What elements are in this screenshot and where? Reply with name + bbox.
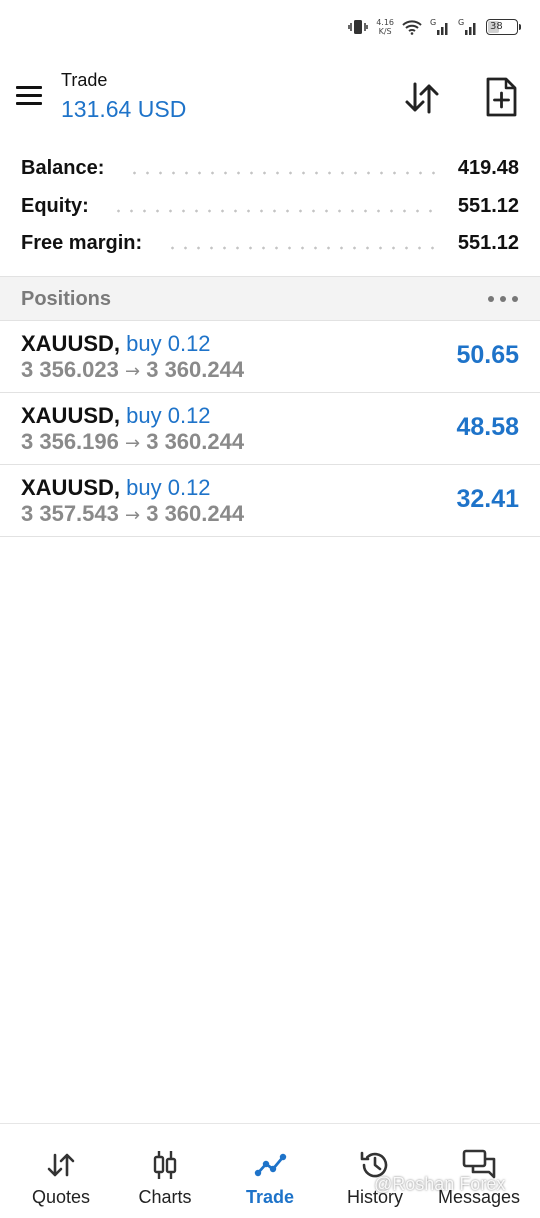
open-price: 3 356.023 [21, 357, 119, 382]
free-margin-label: Free margin: [21, 232, 149, 255]
nav-trade-label: Trade [245, 1187, 295, 1207]
position-direction: buy 0.12 [126, 403, 211, 428]
equity-value: 551.12 [457, 195, 519, 217]
position-prices: 3 356.023 → 3 360.244 [21, 357, 244, 383]
nav-quotes[interactable]: Quotes [9, 1124, 113, 1218]
charts-icon [153, 1151, 177, 1179]
more-horizontal-icon[interactable] [488, 287, 518, 311]
nav-charts[interactable]: Charts [113, 1124, 217, 1218]
position-prices: 3 356.196 → 3 360.244 [21, 429, 244, 455]
nav-quotes-label: Quotes [31, 1187, 91, 1207]
position-direction: buy 0.12 [126, 331, 211, 356]
position-title: XAUUSD, buy 0.12 [21, 475, 211, 501]
summary-row-free-margin: Free margin: 551.12 [0, 225, 540, 263]
signal-icon: G [430, 18, 448, 35]
wifi-icon [402, 20, 422, 35]
battery-level: 38 [490, 21, 503, 32]
position-profit: 48.58 [456, 413, 519, 441]
positions-list: XAUUSD, buy 0.12 3 356.023 → 3 360.244 5… [0, 321, 540, 537]
balance-value: 419.48 [457, 157, 519, 179]
positions-title: Positions [21, 288, 112, 310]
arrow-right-icon: → [125, 361, 141, 382]
current-price: 3 360.244 [146, 501, 245, 526]
status-icons: 4.16 K/S G G 38 [348, 18, 521, 36]
position-direction: buy 0.12 [126, 475, 211, 500]
battery-icon: 38 [486, 19, 521, 35]
position-profit: 32.41 [456, 485, 519, 513]
summary-row-balance: Balance: 419.48 [0, 150, 540, 188]
position-symbol: XAUUSD, [21, 475, 121, 500]
dot-leader [112, 209, 440, 213]
nav-history-label: History [346, 1187, 403, 1207]
equity-label: Equity: [21, 195, 95, 218]
positions-section-header: Positions [0, 276, 540, 321]
header-balance: 131.64 USD [61, 96, 187, 122]
new-order-icon[interactable] [482, 76, 520, 118]
network-speed-value: 4.16 [376, 18, 394, 27]
position-row[interactable]: XAUUSD, buy 0.12 3 356.023 → 3 360.244 5… [0, 321, 540, 393]
position-title: XAUUSD, buy 0.12 [21, 403, 211, 429]
position-title: XAUUSD, buy 0.12 [21, 331, 211, 357]
current-price: 3 360.244 [146, 357, 245, 382]
arrow-right-icon: → [125, 433, 141, 454]
position-symbol: XAUUSD, [21, 331, 121, 356]
history-icon [360, 1151, 388, 1178]
network-speed: 4.16 K/S [376, 18, 394, 36]
page-title: Trade [61, 70, 108, 90]
bottom-navigation: Quotes Charts Trade History Messages [0, 1123, 540, 1218]
position-profit: 50.65 [456, 341, 519, 369]
svg-text:G: G [458, 18, 464, 27]
balance-label: Balance: [21, 157, 111, 180]
dot-leader [128, 171, 440, 175]
open-price: 3 357.543 [21, 501, 119, 526]
signal-icon: G [458, 18, 476, 35]
summary-row-equity: Equity: 551.12 [0, 188, 540, 226]
position-row[interactable]: XAUUSD, buy 0.12 3 356.196 → 3 360.244 4… [0, 393, 540, 465]
vibrate-icon [348, 20, 368, 34]
messages-icon [462, 1149, 496, 1179]
arrow-right-icon: → [125, 505, 141, 526]
svg-text:G: G [430, 18, 436, 27]
sort-icon[interactable] [402, 78, 442, 118]
position-prices: 3 357.543 → 3 360.244 [21, 501, 244, 527]
network-speed-unit: K/S [378, 27, 392, 36]
nav-messages[interactable]: Messages [427, 1124, 531, 1218]
status-bar: 4.16 K/S G G 38 [0, 0, 540, 58]
open-price: 3 356.196 [21, 429, 119, 454]
nav-messages-label: Messages [437, 1187, 521, 1207]
current-price: 3 360.244 [146, 429, 245, 454]
position-row[interactable]: XAUUSD, buy 0.12 3 357.543 → 3 360.244 3… [0, 465, 540, 537]
nav-trade[interactable]: Trade [218, 1124, 322, 1218]
position-symbol: XAUUSD, [21, 403, 121, 428]
nav-history[interactable]: History [323, 1124, 427, 1218]
dot-leader [166, 246, 440, 250]
nav-charts-label: Charts [138, 1187, 192, 1207]
app-header: Trade 131.64 USD [0, 58, 540, 140]
free-margin-value: 551.12 [457, 232, 519, 254]
quotes-icon [47, 1153, 75, 1177]
menu-icon[interactable] [14, 82, 46, 110]
trade-icon [254, 1153, 287, 1177]
